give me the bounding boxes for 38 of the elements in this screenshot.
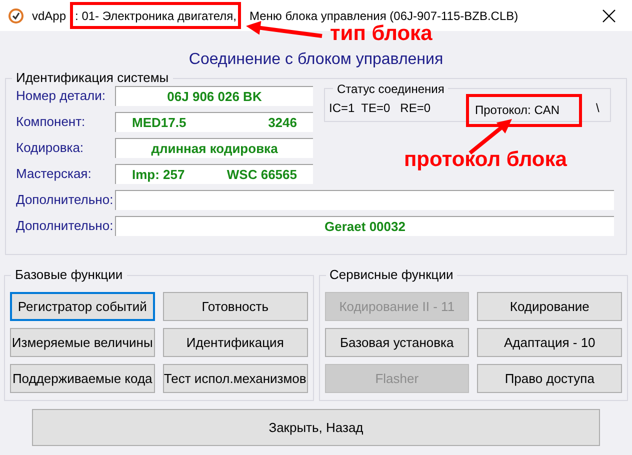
- field-value: WSC 66565: [226, 166, 297, 184]
- field-label: Дополнительно:: [16, 217, 114, 236]
- annotation-label: протокол блока: [404, 148, 567, 172]
- field-value: длинная кодировка: [151, 140, 278, 158]
- connection-heading: Соединение с блоком управления: [188, 50, 444, 70]
- status-counters: IC=1 TE=0 RE=0: [329, 100, 432, 117]
- close-back-button[interactable]: Закрыть, Назад: [32, 409, 600, 446]
- function-button[interactable]: Измеряемые величины: [10, 328, 155, 357]
- group-title: Идентификация системы: [12, 70, 173, 86]
- field-label: Номер детали:: [16, 87, 107, 106]
- field-value: Imp: 257: [132, 166, 185, 184]
- field-value: Geraet 00032: [324, 218, 406, 236]
- window-title: Меню блока управления (06J-907-115-BZB.CLB): [249, 8, 518, 24]
- annotation-label: тип блока: [330, 22, 432, 46]
- app-icon: [8, 8, 24, 24]
- function-button[interactable]: Регистратор событий: [10, 292, 155, 321]
- close-icon[interactable]: [602, 8, 616, 22]
- protocol-text: Протокол: CAN: [475, 102, 560, 119]
- function-button[interactable]: Готовность: [162, 292, 308, 321]
- function-button[interactable]: Адаптация - 10: [477, 328, 622, 357]
- function-button[interactable]: Поддерживаемые кода: [10, 364, 155, 393]
- field-value: 3246: [268, 114, 297, 132]
- field-value: MED17.5: [132, 114, 186, 132]
- function-button[interactable]: Кодирование: [477, 292, 622, 321]
- function-button[interactable]: Базовая установка: [324, 328, 470, 357]
- field-label: Кодировка:: [16, 139, 85, 158]
- app-name: vdApp: [32, 8, 66, 24]
- function-button[interactable]: Право доступа: [477, 364, 622, 393]
- function-button[interactable]: Идентификация: [162, 328, 308, 357]
- field-label: Компонент:: [16, 113, 86, 132]
- group-title: Сервисные функции: [326, 267, 458, 283]
- field-label: Дополнительно:: [16, 191, 114, 210]
- field-label: Мастерская:: [16, 165, 92, 184]
- group-title: Базовые функции: [11, 267, 127, 283]
- field-value: 06J 906 026 BK: [167, 88, 262, 106]
- spinner-text: \: [596, 100, 600, 117]
- function-button[interactable]: Тест испол.механизмов: [162, 364, 308, 393]
- module-name: : 01- Электроника двигателя,: [75, 8, 236, 24]
